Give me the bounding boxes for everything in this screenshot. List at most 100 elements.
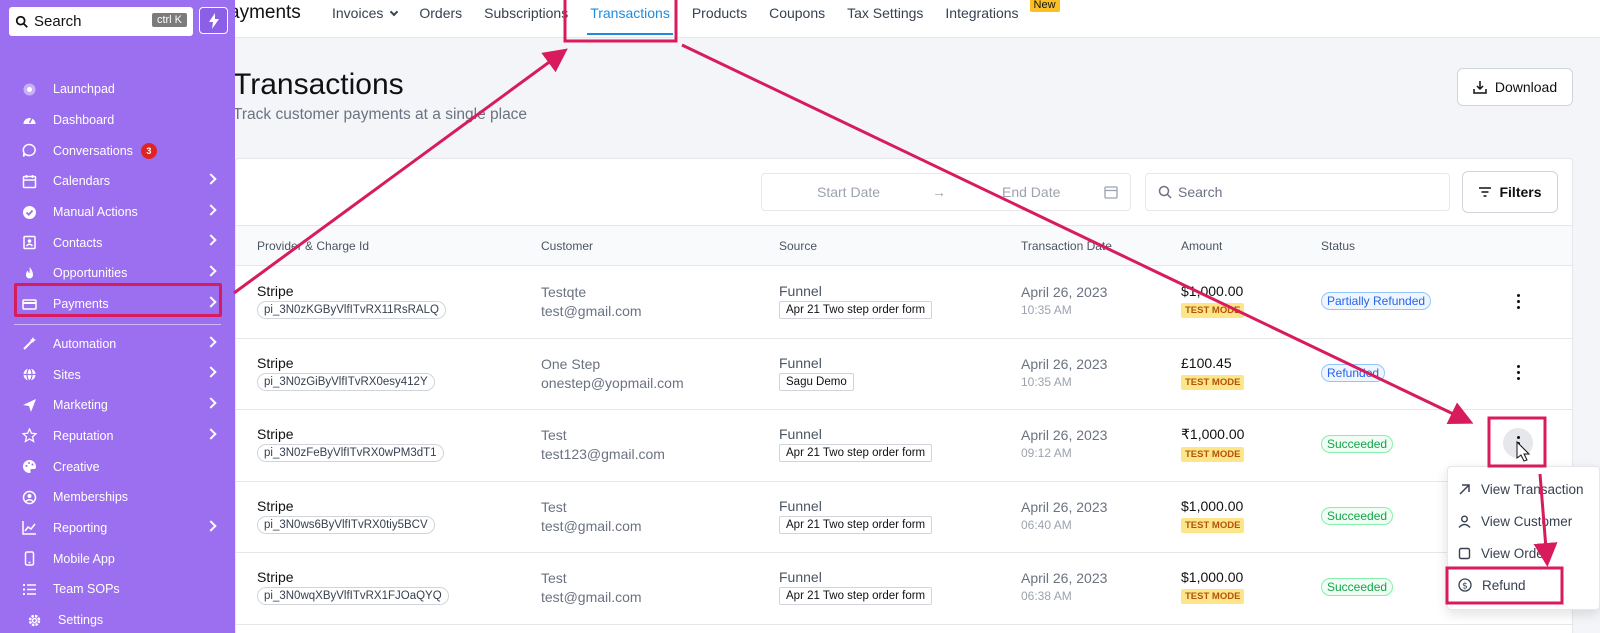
sidebar-item-dashboard[interactable]: Dashboard [0,105,235,136]
sidebar-item-launchpad[interactable]: Launchpad [0,74,235,105]
row-actions-menu-button[interactable] [1503,428,1533,458]
tab-label: Products [691,5,748,21]
menu-item-view-order[interactable]: View Order [1458,539,1548,567]
amount: $1,000.00 [1181,569,1244,585]
sidebar-item-label: Sites [53,367,81,382]
menu-item-view-customer[interactable]: View Customer [1458,507,1572,535]
kebab-dot [1516,305,1520,309]
sidebar-item-label: Memberships [53,490,129,505]
column-header-customer[interactable]: Customer [541,239,593,253]
transaction-time: 09:12 AM [1021,446,1072,460]
sidebar-item-reputation[interactable]: Reputation [0,421,235,452]
chat-icon [22,143,37,158]
sidebar-item-calendars[interactable]: Calendars [0,166,235,197]
sidebar-item-automation[interactable]: Automation [0,329,235,360]
sidebar-item-label: Launchpad [53,82,115,97]
date-range-picker[interactable]: Start Date → End Date [761,173,1131,211]
table-header: Provider & Charge Id Customer Source Tra… [236,225,1572,266]
customer-email: onestep@yopmail.com [541,374,684,391]
filters-button[interactable]: Filters [1462,171,1558,213]
kebab-dot [1516,447,1520,451]
start-date-field[interactable]: Start Date [817,184,880,200]
quick-actions-button[interactable] [199,7,228,34]
sidebar-item-label: Mobile App [53,551,115,566]
row-actions-menu-button[interactable] [1508,291,1528,311]
sidebar-item-opportunities[interactable]: Opportunities [0,258,235,289]
tab-products[interactable]: Products [681,0,758,38]
sidebar-item-label: Payments [53,297,109,312]
sidebar-item-memberships[interactable]: Memberships [0,482,235,513]
sidebar-search[interactable]: Search ctrl K [9,7,193,36]
sidebar-item-settings[interactable]: Settings [0,605,235,633]
kebab-dot [1516,377,1520,380]
status-badge: Succeeded [1321,506,1394,525]
user-icon [1458,515,1471,528]
tab-orders[interactable]: Orders [408,0,473,38]
page-title: Transactions [233,68,404,101]
search-shortcut: ctrl K [151,13,187,27]
column-header-provider[interactable]: Provider & Charge Id [257,239,369,253]
sidebar-item-sites[interactable]: Sites [0,359,235,390]
rocket-icon [22,82,37,97]
sidebar-item-label: Calendars [53,174,110,189]
kebab-dot [1516,365,1520,368]
unread-badge: 3 [140,142,157,159]
tab-bar: Invoices Orders Subscriptions Transactio… [321,0,1060,38]
table-row[interactable]: Stripe pi_3N0zGiByVlfITvRX0esy412Y One St… [236,339,1572,410]
charge-id: pi_3N0wqXByVlfITvRX1FJOaQYQ [257,587,449,605]
sidebar-item-team-sops[interactable]: Team SOPs [0,574,235,605]
column-header-amount[interactable]: Amount [1181,239,1222,253]
column-header-source[interactable]: Source [779,239,817,253]
calendar-icon [1104,186,1118,199]
menu-item-label: Refund [1482,577,1526,593]
sidebar-item-label: Team SOPs [53,582,120,597]
customer-name: Test [541,498,567,515]
sidebar-item-manual-actions[interactable]: Manual Actions [0,197,235,228]
sidebar-item-marketing[interactable]: Marketing [0,390,235,421]
sidebar-item-contacts[interactable]: Contacts [0,227,235,258]
row-actions-menu-button[interactable] [1508,363,1528,383]
source-name: Funnel [779,569,822,585]
tab-transactions[interactable]: Transactions [579,0,681,38]
sidebar-nav: Launchpad Dashboard Conversations 3 Cale… [0,74,235,633]
transaction-date: April 26, 2023 [1021,355,1108,372]
column-header-date[interactable]: Transaction Date [1021,239,1112,253]
amount: $1,000.00 [1181,497,1244,514]
sidebar-item-payments[interactable]: Payments [0,289,235,320]
kebab-dot [1516,371,1520,374]
sidebar-item-reporting[interactable]: Reporting [0,513,235,544]
chevron-down-icon [390,7,399,17]
tab-tax-settings[interactable]: Tax Settings [836,0,934,38]
table-row[interactable]: Stripe pi_3N0wqXByVlfITvRX1FJOaQYQ Test te… [236,553,1572,625]
sidebar-item-conversations[interactable]: Conversations 3 [0,135,235,166]
tab-coupons[interactable]: Coupons [758,0,836,38]
source-name: Funnel [779,354,822,371]
table-row[interactable]: Stripe pi_3N0zFeByVlfITvRX0wPM3dT1 Test te… [236,410,1572,482]
filters-label: Filters [1499,184,1542,200]
sidebar-item-creative[interactable]: Creative [0,451,235,482]
tab-label: Integrations [945,5,1019,21]
transactions-search-input[interactable]: Search [1145,173,1450,211]
table-row[interactable]: Stripe pi_3N0ws6ByVlfITvRX0tiy5BCV Test te… [236,482,1572,553]
end-date-field[interactable]: End Date [1002,184,1060,200]
globe-icon [22,367,37,382]
status-badge: Partially Refunded [1321,292,1432,310]
charge-id: pi_3N0zKGByVlfITvRX11RsRALQ [257,301,446,319]
sidebar-item-mobile-app[interactable]: Mobile App [0,543,235,574]
menu-item-view-transaction[interactable]: View Transaction [1458,475,1584,503]
provider-name: Stripe [257,354,294,371]
calendar-icon [22,174,37,189]
customer-name: One Step [541,355,601,372]
menu-item-refund[interactable]: $ Refund [1458,571,1526,599]
download-button[interactable]: Download [1457,68,1573,106]
charge-id: pi_3N0zFeByVlfITvRX0wPM3dT1 [257,444,444,462]
tab-subscriptions[interactable]: Subscriptions [473,0,579,38]
transaction-date: April 26, 2023 [1021,498,1108,515]
table-row[interactable]: Stripe pi_3N0zKGByVlfITvRX11RsRALQ Testqt… [236,267,1572,339]
kebab-dot [1516,293,1520,297]
chevron-right-icon [205,296,217,308]
column-header-status[interactable]: Status [1321,239,1355,253]
tab-integrations[interactable]: Integrations New [934,0,1060,38]
tab-invoices[interactable]: Invoices [321,0,408,38]
credit-card-icon [22,297,37,312]
